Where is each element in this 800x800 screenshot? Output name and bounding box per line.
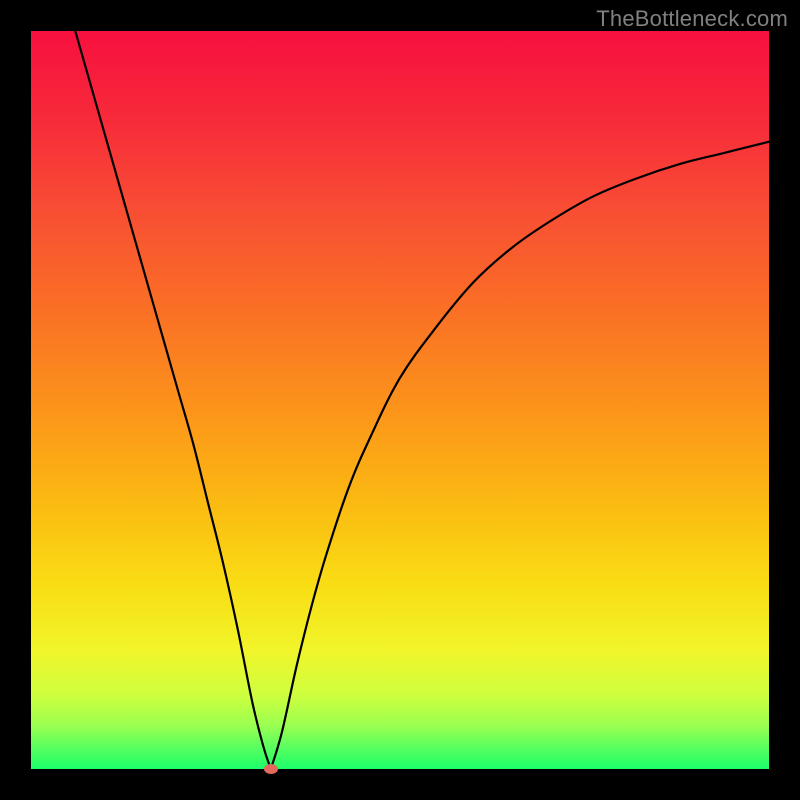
- curve-left: [75, 31, 271, 769]
- bottleneck-curve: [31, 31, 769, 769]
- chart-frame: TheBottleneck.com: [0, 0, 800, 800]
- minimum-marker: [264, 764, 278, 774]
- plot-area: [31, 31, 769, 769]
- watermark-text: TheBottleneck.com: [596, 6, 788, 32]
- curve-right: [271, 142, 769, 769]
